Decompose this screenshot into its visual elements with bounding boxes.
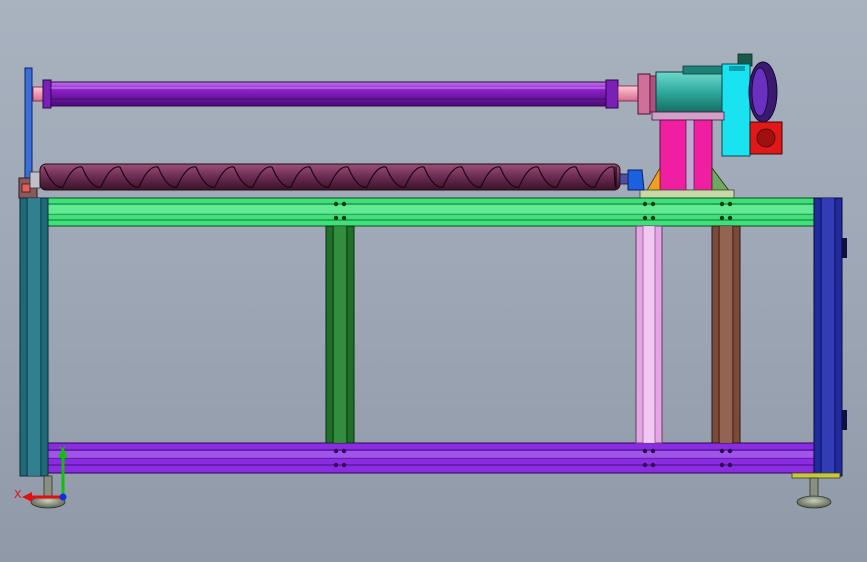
x-axis-label: X [14,488,22,501]
motor-support[interactable] [639,111,735,199]
frame-bottom-rail[interactable] [37,442,825,474]
upper-roller[interactable] [32,79,639,109]
frame-top-rail[interactable] [37,197,825,227]
leveling-foot-right[interactable] [791,472,841,509]
left-post[interactable] [19,197,49,477]
z-axis-dot [59,493,67,501]
screw-roller[interactable] [29,163,645,191]
leveling-foot-left[interactable] [30,475,66,509]
cad-viewport[interactable]: X Y [0,0,867,562]
brown-post[interactable] [711,225,741,444]
pink-post[interactable] [635,225,663,444]
rail-fasteners [333,201,733,468]
right-post[interactable] [813,197,847,477]
middle-post[interactable] [325,225,355,444]
y-axis-label: Y [58,444,66,457]
assembly-drawing: X Y [14,53,847,509]
